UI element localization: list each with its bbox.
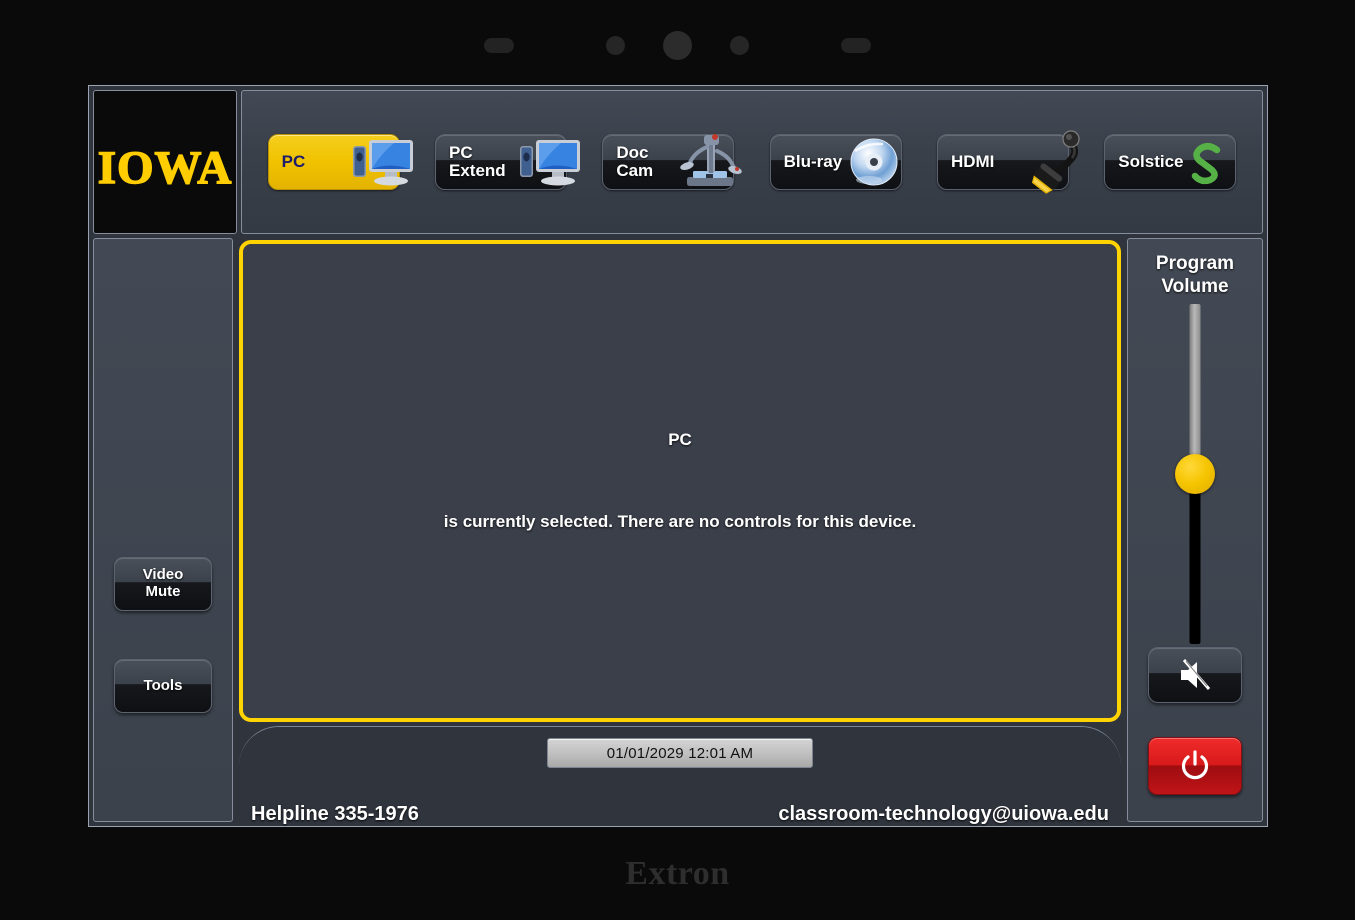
selected-source-title: PC xyxy=(668,430,692,449)
hdmi-cable-icon xyxy=(1031,130,1080,194)
helpline-text: Helpline 335-1976 xyxy=(251,803,419,825)
volume-slider-knob[interactable] xyxy=(1175,454,1215,494)
source-selection-bar: PC PC Extend Doc Cam Blu-ray HDMI Solsti… xyxy=(241,90,1263,234)
audio-mute-button[interactable] xyxy=(1148,647,1242,703)
iowa-logo-text: IOWA xyxy=(97,141,233,195)
iowa-logo: IOWA xyxy=(93,90,237,234)
video-mute-button[interactable]: Video Mute xyxy=(114,557,212,611)
no-controls-message: is currently selected. There are no cont… xyxy=(443,512,917,531)
left-control-rail: Video Mute Tools xyxy=(93,238,233,822)
bezel-pill-right-button[interactable] xyxy=(841,37,871,53)
doc-cam-icon xyxy=(680,134,743,186)
bezel-dot-small-right-button[interactable] xyxy=(730,35,749,55)
header-bar: IOWA PC PC Extend Doc Cam Blu-ray HDMI S… xyxy=(89,86,1267,238)
source-button-hdmi[interactable]: HDMI xyxy=(936,130,1080,194)
program-volume-slider[interactable] xyxy=(1175,304,1215,644)
computer-icon xyxy=(519,140,580,186)
datetime-display: 01/01/2029 12:01 AM xyxy=(547,738,813,768)
source-button-pc-extend[interactable]: PC Extend xyxy=(434,134,580,190)
main-body: Video Mute Tools PC is currently selecte… xyxy=(89,238,1267,826)
bluray-disc-icon xyxy=(850,138,898,186)
computer-icon xyxy=(352,140,413,186)
source-button-solstice[interactable]: Solstice xyxy=(1104,134,1237,190)
program-volume-label: Program Volume xyxy=(1155,253,1235,297)
speaker-mute-icon xyxy=(1181,659,1211,690)
source-button-blu-ray[interactable]: Blu-ray xyxy=(769,134,902,190)
source-button-solstice-label: Solstice xyxy=(1118,152,1184,172)
source-button-pc-label: PC xyxy=(281,152,306,172)
source-button-pc[interactable]: PC xyxy=(267,134,413,190)
right-control-rail: Program Volume xyxy=(1127,238,1263,822)
extron-brand-text: Extron xyxy=(625,855,730,892)
bezel-hardware-controls xyxy=(0,28,1355,62)
volume-track-lower xyxy=(1189,474,1201,644)
source-button-doc-cam[interactable]: Doc Cam xyxy=(602,134,743,190)
bottom-status-bar: 01/01/2029 12:01 AM Helpline 335-1976 cl… xyxy=(239,726,1121,825)
touch-panel-screen: IOWA PC PC Extend Doc Cam Blu-ray HDMI S… xyxy=(88,85,1268,827)
bezel-dot-small-left-button[interactable] xyxy=(606,35,625,55)
source-button-blu-ray-label: Blu-ray xyxy=(783,152,843,172)
bezel-pill-left-button[interactable] xyxy=(484,37,514,53)
source-button-hdmi-label: HDMI xyxy=(950,152,995,172)
center-column: PC is currently selected. There are no c… xyxy=(235,238,1125,826)
source-button-pc-extend-label: PC Extend xyxy=(448,143,506,180)
tools-button[interactable]: Tools xyxy=(114,659,212,713)
power-icon xyxy=(1181,750,1209,780)
system-power-button[interactable] xyxy=(1148,737,1242,795)
bezel-dot-large-center-button[interactable] xyxy=(663,30,692,60)
device-control-panel: PC is currently selected. There are no c… xyxy=(239,240,1121,722)
source-button-doc-cam-label: Doc Cam xyxy=(616,143,654,180)
solstice-s-icon xyxy=(1192,143,1221,185)
support-email-text: classroom-technology@uiowa.edu xyxy=(778,803,1109,825)
